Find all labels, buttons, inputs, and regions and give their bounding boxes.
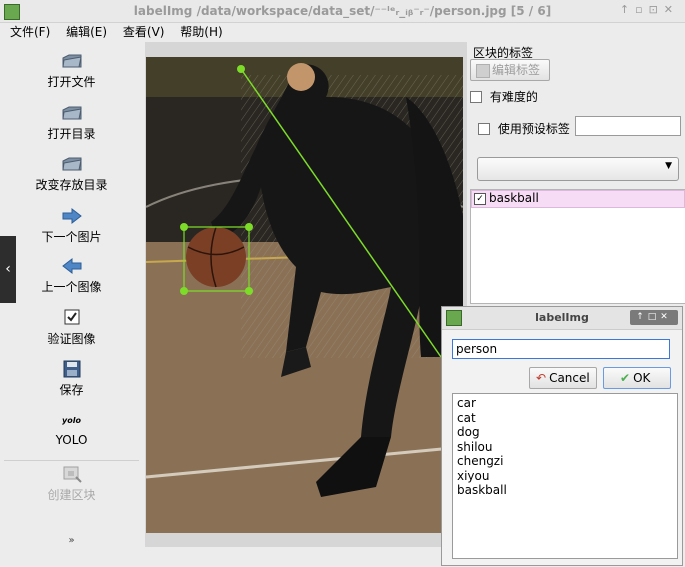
save-button[interactable]: 保存 — [0, 360, 143, 398]
default-label-input[interactable] — [575, 116, 681, 136]
left-toolbar: 打开文件 打开目录 改变存放目录 下一个图片 上一个图像 验证图像 保存 yol… — [0, 42, 143, 554]
use-default-label-checkbox[interactable] — [478, 122, 490, 135]
use-default-label-text: 使用预设标签 — [497, 122, 570, 136]
menu-view[interactable]: 查看(V) — [123, 23, 165, 40]
close-icon[interactable]: ✕ — [664, 3, 679, 16]
ok-check-icon: ✔ — [620, 371, 631, 385]
list-item[interactable]: chengzi — [457, 454, 673, 469]
yolo-button[interactable]: yolo YOLO — [0, 412, 143, 447]
ok-label: OK — [633, 371, 651, 385]
open-file-label: 打开文件 — [47, 75, 96, 89]
menu-edit[interactable]: 编辑(E) — [66, 23, 107, 40]
difficult-checkbox-row[interactable]: 有难度的 — [470, 88, 538, 105]
folder-icon — [61, 54, 82, 68]
cancel-icon: ↶ — [536, 371, 547, 385]
yolo-label: YOLO — [55, 433, 88, 447]
cancel-label: Cancel — [549, 371, 590, 385]
edit-label-text: 编辑标签 — [492, 63, 541, 77]
label-dropdown[interactable]: ▼ — [477, 157, 679, 181]
ok-button[interactable]: ✔ OK — [603, 367, 671, 389]
maximize-icon[interactable]: ⊡ — [649, 3, 664, 16]
list-item[interactable]: baskball — [457, 483, 673, 498]
checkbox-icon — [64, 309, 79, 325]
prev-arrow-icon[interactable]: ‹ — [0, 236, 16, 303]
label-list[interactable]: ✓ baskball — [470, 189, 685, 304]
next-image-label: 下一个图片 — [41, 230, 102, 244]
save-label: 保存 — [59, 383, 84, 397]
yolo-icon: yolo — [62, 416, 81, 425]
restore-icon[interactable]: ▫ — [635, 3, 648, 16]
change-save-dir-label: 改变存放目录 — [35, 178, 108, 192]
create-box-button[interactable]: 创建区块 — [0, 465, 143, 503]
label-list-text: baskball — [489, 191, 539, 205]
list-item[interactable]: dog — [457, 425, 673, 440]
expand-chevron-icon[interactable]: » — [0, 535, 143, 546]
arrow-left-icon — [61, 257, 81, 275]
folder-icon — [61, 106, 82, 120]
menu-help[interactable]: 帮助(H) — [180, 23, 222, 40]
menu-bar: 文件(F) 编辑(E) 查看(V) 帮助(H) — [0, 23, 685, 41]
label-name-input[interactable] — [452, 339, 670, 359]
menu-file[interactable]: 文件(F) — [10, 23, 50, 40]
window-controls[interactable]: ↑▫⊡✕ — [620, 3, 679, 16]
prev-image-label: 上一个图像 — [41, 280, 102, 294]
use-default-label-row[interactable]: 使用预设标签 — [478, 120, 570, 137]
open-dir-label: 打开目录 — [47, 127, 96, 141]
photo-image[interactable] — [146, 57, 463, 533]
open-file-button[interactable]: 打开文件 — [0, 52, 143, 90]
label-options-list[interactable]: car cat dog shilou chengzi xiyou baskbal… — [452, 393, 678, 559]
verify-image-button[interactable]: 验证图像 — [0, 309, 143, 347]
folder-icon — [61, 157, 82, 171]
label-dialog: labelImg ↑□✕ ↶Cancel ✔OK car cat dog shi… — [441, 306, 683, 566]
list-item[interactable]: car — [457, 396, 673, 411]
label-list-item[interactable]: ✓ baskball — [471, 190, 685, 208]
list-item[interactable]: shilou — [457, 440, 673, 455]
label-checkbox-checked[interactable]: ✓ — [474, 193, 486, 205]
list-item[interactable]: cat — [457, 411, 673, 426]
create-box-label: 创建区块 — [47, 488, 96, 502]
photo-drawing — [146, 57, 463, 533]
dialog-window-controls[interactable]: ↑□✕ — [630, 310, 678, 325]
prev-image-button[interactable]: 上一个图像 — [0, 257, 143, 295]
list-item[interactable]: xiyou — [457, 469, 673, 484]
dropdown-arrow-icon: ▼ — [665, 161, 672, 171]
title-bar: labelImg /data/workspace/data_set/⁻⁻ˡᵉᵣ_… — [0, 0, 685, 23]
change-save-dir-button[interactable]: 改变存放目录 — [0, 155, 143, 193]
create-box-icon — [63, 466, 82, 483]
difficult-label: 有难度的 — [489, 90, 538, 104]
difficult-checkbox[interactable] — [470, 90, 482, 103]
next-image-button[interactable]: 下一个图片 — [0, 207, 143, 245]
dialog-title-bar: labelImg ↑□✕ — [442, 307, 682, 330]
verify-image-label: 验证图像 — [47, 332, 96, 346]
minimize-icon[interactable]: ↑ — [620, 3, 635, 16]
edit-label-button[interactable]: 编辑标签 — [470, 59, 550, 81]
window-title: labelImg /data/workspace/data_set/⁻⁻ˡᵉᵣ_… — [133, 4, 552, 18]
floppy-disk-icon — [63, 360, 80, 378]
arrow-right-icon — [62, 207, 82, 225]
cancel-button[interactable]: ↶ Cancel — [529, 367, 597, 389]
open-dir-button[interactable]: 打开目录 — [0, 104, 143, 142]
edit-icon — [476, 64, 490, 78]
toolbar-divider — [4, 460, 139, 461]
